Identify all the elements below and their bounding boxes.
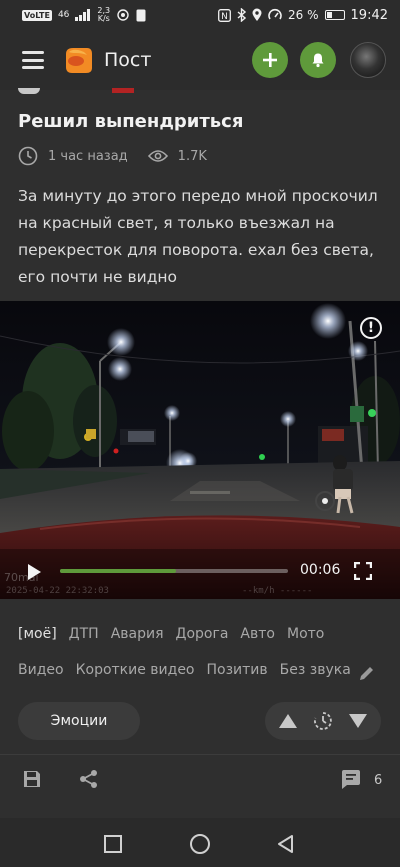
video-timestamp: 2025-04-22 22:32:03 bbox=[6, 586, 109, 596]
tag[interactable]: Короткие видео bbox=[76, 662, 195, 678]
tag[interactable]: Дорога bbox=[176, 626, 229, 642]
location-icon bbox=[252, 8, 262, 21]
rating-control bbox=[265, 702, 381, 740]
timer-icon bbox=[314, 712, 332, 730]
report-icon[interactable]: ! bbox=[360, 317, 382, 339]
svg-text:N: N bbox=[221, 12, 228, 22]
net-speed-unit: K/s bbox=[97, 14, 110, 23]
tag[interactable]: [моё] bbox=[18, 626, 57, 642]
post-action-bar: 6 bbox=[0, 754, 400, 804]
status-bar: VoLTE 46 2,3 K/s N 26 % 19:42 bbox=[0, 0, 400, 30]
avatar[interactable] bbox=[350, 42, 386, 78]
bluetooth-icon bbox=[237, 8, 247, 22]
tags-row-2: Видео Короткие видео Позитив Без звука bbox=[18, 662, 388, 678]
hotspot-icon bbox=[117, 9, 129, 21]
speed-gauge-icon bbox=[268, 8, 282, 20]
video-progress-bar[interactable] bbox=[60, 569, 288, 573]
tag[interactable]: Мото bbox=[287, 626, 324, 642]
post-views: 1.7K bbox=[177, 148, 207, 164]
menu-icon[interactable] bbox=[22, 51, 44, 69]
author-badge-partial bbox=[112, 88, 134, 93]
video-player[interactable]: ! 70mai 2025-04-22 22:32:03 --km/h -----… bbox=[0, 301, 400, 599]
video-frame bbox=[0, 301, 400, 599]
add-post-button[interactable] bbox=[252, 42, 288, 78]
fullscreen-icon[interactable] bbox=[354, 562, 372, 580]
tag[interactable]: Авто bbox=[240, 626, 275, 642]
net-speed: 2,3 K/s bbox=[97, 7, 110, 23]
arrow-up-icon bbox=[279, 714, 298, 728]
tag[interactable]: Без звука bbox=[280, 662, 351, 678]
signal-icon bbox=[75, 9, 91, 21]
clock: 19:42 bbox=[350, 7, 388, 23]
downvote-button[interactable] bbox=[348, 713, 368, 729]
author-avatar-partial bbox=[18, 88, 40, 94]
comment-icon bbox=[342, 770, 360, 789]
recent-apps-button[interactable] bbox=[104, 835, 122, 853]
volte-badge: VoLTE bbox=[22, 9, 52, 21]
comments-button[interactable]: 6 bbox=[340, 769, 382, 791]
video-speed-stamp: --km/h ------ bbox=[242, 586, 313, 596]
logo-icon[interactable] bbox=[62, 44, 94, 76]
save-icon[interactable] bbox=[22, 769, 42, 789]
post-meta: 1 час назад 1.7K bbox=[18, 146, 207, 166]
battery-percent: 26 % bbox=[288, 8, 319, 22]
bell-icon bbox=[312, 53, 324, 68]
tag[interactable]: Авария bbox=[111, 626, 164, 642]
nfc-icon: N bbox=[218, 8, 231, 22]
notifications-button[interactable] bbox=[300, 42, 336, 78]
back-button[interactable] bbox=[276, 834, 294, 854]
sim-icon bbox=[136, 9, 146, 21]
signal-text: 46 bbox=[57, 10, 70, 20]
play-icon[interactable] bbox=[26, 563, 42, 581]
arrow-down-icon bbox=[348, 714, 367, 728]
upvote-button[interactable] bbox=[278, 713, 298, 729]
tag[interactable]: ДТП bbox=[69, 626, 99, 642]
home-button[interactable] bbox=[190, 834, 210, 854]
video-progress-fill bbox=[60, 569, 177, 573]
video-current-time: 00:06 bbox=[300, 562, 341, 578]
emotions-button[interactable]: Эмоции bbox=[18, 702, 140, 740]
tag[interactable]: Видео bbox=[18, 662, 64, 678]
rating-pending-button[interactable] bbox=[313, 711, 333, 731]
app-header: Пост bbox=[0, 30, 400, 90]
share-icon[interactable] bbox=[79, 769, 99, 789]
comments-count: 6 bbox=[374, 772, 383, 788]
battery-icon bbox=[324, 10, 345, 20]
post-title: Решил выпендриться bbox=[18, 111, 244, 132]
post-time: 1 час назад bbox=[48, 148, 128, 164]
clock-icon bbox=[18, 146, 38, 166]
post-body: За минуту до этого передо мной проскочил… bbox=[18, 187, 378, 286]
page-title: Пост bbox=[104, 49, 152, 71]
system-navigation-bar bbox=[0, 818, 400, 867]
plus-icon bbox=[263, 53, 277, 67]
eye-icon bbox=[147, 150, 168, 162]
edit-tags-icon[interactable] bbox=[358, 664, 376, 682]
tags-row-1: [моё] ДТП Авария Дорога Авто Мото bbox=[18, 626, 388, 642]
tag[interactable]: Позитив bbox=[207, 662, 268, 678]
